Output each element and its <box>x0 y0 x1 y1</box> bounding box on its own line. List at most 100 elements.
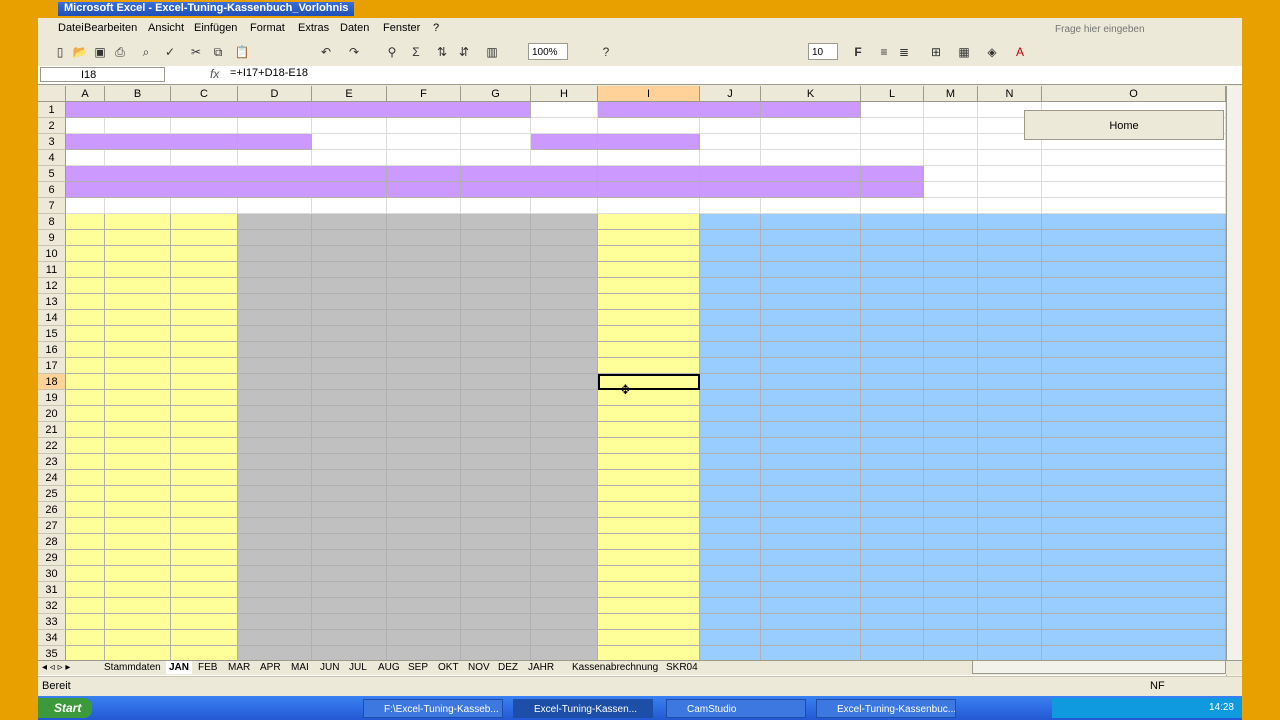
table-cell-netto[interactable] <box>531 310 598 326</box>
table-cell-tag[interactable] <box>171 246 238 262</box>
empty-cell[interactable] <box>312 134 387 150</box>
table-cell-tag[interactable] <box>171 598 238 614</box>
table-cell-ust[interactable] <box>387 470 461 486</box>
empty-cell[interactable] <box>1042 150 1226 166</box>
table-cell-erf[interactable] <box>700 358 761 374</box>
table-header[interactable] <box>861 214 924 230</box>
row-header[interactable]: 34 <box>38 630 66 646</box>
table-cell-nr[interactable] <box>66 582 105 598</box>
table-cell-kasse[interactable] <box>598 358 700 374</box>
sheet-tab[interactable]: AUG <box>378 661 400 674</box>
table-cell-ein[interactable] <box>238 310 312 326</box>
table-cell-netto[interactable] <box>531 406 598 422</box>
table-cell-datum[interactable] <box>105 390 171 406</box>
table-cell-beleg[interactable] <box>761 470 861 486</box>
row-header[interactable]: 16 <box>38 342 66 358</box>
table-cell-aus[interactable] <box>312 614 387 630</box>
table-cell-konto[interactable] <box>1042 486 1226 502</box>
sheet-tab[interactable]: SEP <box>408 661 428 674</box>
table-cell-ust[interactable] <box>387 310 461 326</box>
table-cell-beleg[interactable] <box>761 598 861 614</box>
table-cell-netto[interactable] <box>531 502 598 518</box>
table-cell-konto[interactable] <box>1042 278 1226 294</box>
table-cell-ein[interactable] <box>238 438 312 454</box>
table-cell-uste[interactable] <box>461 278 531 294</box>
table-cell-ust[interactable] <box>387 342 461 358</box>
table-cell-ust[interactable] <box>387 422 461 438</box>
table-cell-proj[interactable] <box>978 230 1042 246</box>
row-header[interactable]: 25 <box>38 486 66 502</box>
empty-cell[interactable] <box>761 118 861 134</box>
row-header[interactable]: 22 <box>38 438 66 454</box>
table-cell-tag[interactable] <box>171 262 238 278</box>
table-cell-konto[interactable] <box>1042 582 1226 598</box>
table-cell-aus[interactable] <box>312 518 387 534</box>
table-cell-konto[interactable] <box>1042 358 1226 374</box>
empty-cell[interactable] <box>238 150 312 166</box>
empty-cell[interactable] <box>861 102 924 118</box>
empty-cell[interactable] <box>924 198 978 214</box>
table-cell-proj[interactable] <box>978 278 1042 294</box>
table-cell-erf[interactable] <box>700 294 761 310</box>
table-cell-konto[interactable] <box>1042 294 1226 310</box>
redo-icon[interactable]: ↷ <box>346 44 362 60</box>
empty-cell[interactable] <box>924 182 978 198</box>
table-cell-kasse[interactable] <box>598 518 700 534</box>
table-cell-nr[interactable] <box>66 598 105 614</box>
table-cell-beleg[interactable] <box>761 262 861 278</box>
table-cell-uste[interactable] <box>461 294 531 310</box>
table-cell-beleg[interactable] <box>761 390 861 406</box>
sheet-tab[interactable]: SKR04 <box>666 661 698 674</box>
table-cell-netto[interactable] <box>531 230 598 246</box>
table-cell-netto[interactable] <box>531 246 598 262</box>
table-cell-erf[interactable] <box>700 582 761 598</box>
table-cell-ust[interactable] <box>387 486 461 502</box>
table-cell-datum[interactable] <box>105 582 171 598</box>
table-cell-kst[interactable] <box>924 246 978 262</box>
empty-cell[interactable] <box>387 198 461 214</box>
table-cell-beleg[interactable] <box>761 342 861 358</box>
table-cell-proj[interactable] <box>978 566 1042 582</box>
table-cell-tag[interactable] <box>171 358 238 374</box>
table-cell-uste[interactable] <box>461 230 531 246</box>
year-value[interactable] <box>238 134 312 150</box>
table-cell-kart[interactable] <box>861 470 924 486</box>
sheet-tab[interactable]: APR <box>260 661 281 674</box>
table-cell-konto[interactable] <box>1042 470 1226 486</box>
table-cell-tag[interactable] <box>171 534 238 550</box>
menu-item[interactable]: Bearbeiten <box>84 22 137 34</box>
table-header[interactable] <box>461 214 531 230</box>
empty-cell[interactable] <box>531 118 598 134</box>
table-cell-beleg[interactable] <box>761 278 861 294</box>
table-header[interactable] <box>700 214 761 230</box>
table-cell-ein[interactable] <box>238 518 312 534</box>
table-cell-konto[interactable] <box>1042 262 1226 278</box>
empty-cell[interactable] <box>924 134 978 150</box>
column-header[interactable]: J <box>700 86 761 102</box>
table-cell-aus[interactable] <box>312 422 387 438</box>
table-cell-uste[interactable] <box>461 358 531 374</box>
table-cell-kasse[interactable] <box>598 454 700 470</box>
table-cell-kasse[interactable] <box>598 310 700 326</box>
row-header[interactable]: 12 <box>38 278 66 294</box>
table-cell-netto[interactable] <box>531 630 598 646</box>
table-cell-kart[interactable] <box>861 550 924 566</box>
start-button[interactable]: Start <box>38 698 92 718</box>
table-cell-beleg[interactable] <box>761 582 861 598</box>
bold-button[interactable]: F <box>850 44 866 60</box>
formula-input[interactable]: =+I17+D18-E18 <box>230 67 308 79</box>
preview-icon[interactable]: ⌕ <box>138 44 154 60</box>
table-cell-erf[interactable] <box>700 630 761 646</box>
table-cell-ust[interactable] <box>387 550 461 566</box>
table-cell-kasse[interactable] <box>598 422 700 438</box>
empty-cell[interactable] <box>171 118 238 134</box>
table-cell-datum[interactable] <box>105 262 171 278</box>
table-cell-datum[interactable] <box>105 406 171 422</box>
empty-cell[interactable] <box>312 118 387 134</box>
empty-cell[interactable] <box>598 150 700 166</box>
table-cell-kst[interactable] <box>924 534 978 550</box>
table-cell-erf[interactable] <box>700 614 761 630</box>
table-cell-datum[interactable] <box>105 598 171 614</box>
table-cell-erf[interactable] <box>700 310 761 326</box>
empty-cell[interactable] <box>1042 198 1226 214</box>
